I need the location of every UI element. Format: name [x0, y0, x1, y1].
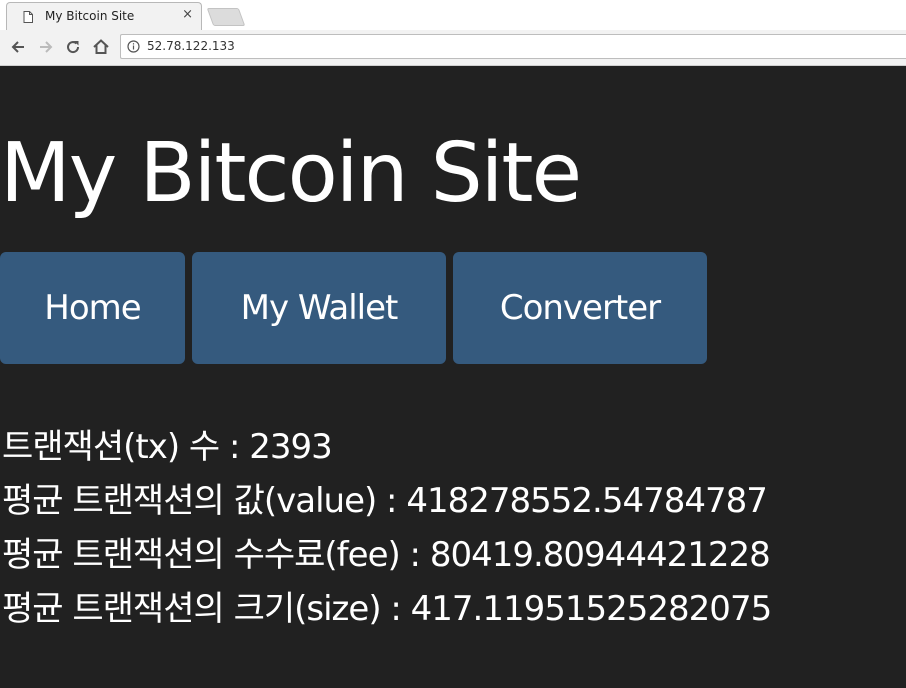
avg-size-text: 평균 트랜잭션의 크기(size) : 417.11951525282075	[2, 589, 772, 629]
tx-count-text: 트랜잭션(tx) 수 : 2393	[2, 427, 333, 467]
page-content: My Bitcoin Site Home My Wallet Converter…	[0, 66, 906, 688]
browser-chrome: My Bitcoin Site × 52.78.122.133	[0, 0, 906, 66]
url-text: 52.78.122.133	[147, 39, 235, 53]
reload-icon[interactable]	[63, 37, 83, 57]
tab-title: My Bitcoin Site	[45, 9, 135, 23]
page-title: My Bitcoin Site	[0, 126, 582, 221]
browser-tab[interactable]: My Bitcoin Site ×	[6, 2, 202, 30]
nav-converter-button[interactable]: Converter	[453, 252, 707, 364]
close-icon[interactable]: ×	[182, 8, 193, 22]
nav-home-button[interactable]: Home	[0, 252, 185, 364]
new-tab-button[interactable]	[206, 8, 246, 26]
address-bar[interactable]: 52.78.122.133	[120, 34, 906, 59]
nav-my-wallet-button[interactable]: My Wallet	[192, 252, 446, 364]
back-icon[interactable]	[8, 37, 28, 57]
page-icon	[23, 11, 33, 23]
transaction-stats: 트랜잭션(tx) 수 : 2393 평균 트랜잭션의 값(value) : 41…	[2, 420, 772, 636]
home-icon[interactable]	[91, 37, 111, 57]
info-icon[interactable]	[127, 40, 140, 53]
avg-value-text: 평균 트랜잭션의 값(value) : 418278552.54784787	[2, 481, 768, 521]
avg-fee-text: 평균 트랜잭션의 수수료(fee) : 80419.80944421228	[2, 535, 771, 575]
tab-strip: My Bitcoin Site ×	[0, 0, 906, 30]
forward-icon[interactable]	[36, 37, 56, 57]
browser-toolbar: 52.78.122.133	[0, 30, 906, 66]
